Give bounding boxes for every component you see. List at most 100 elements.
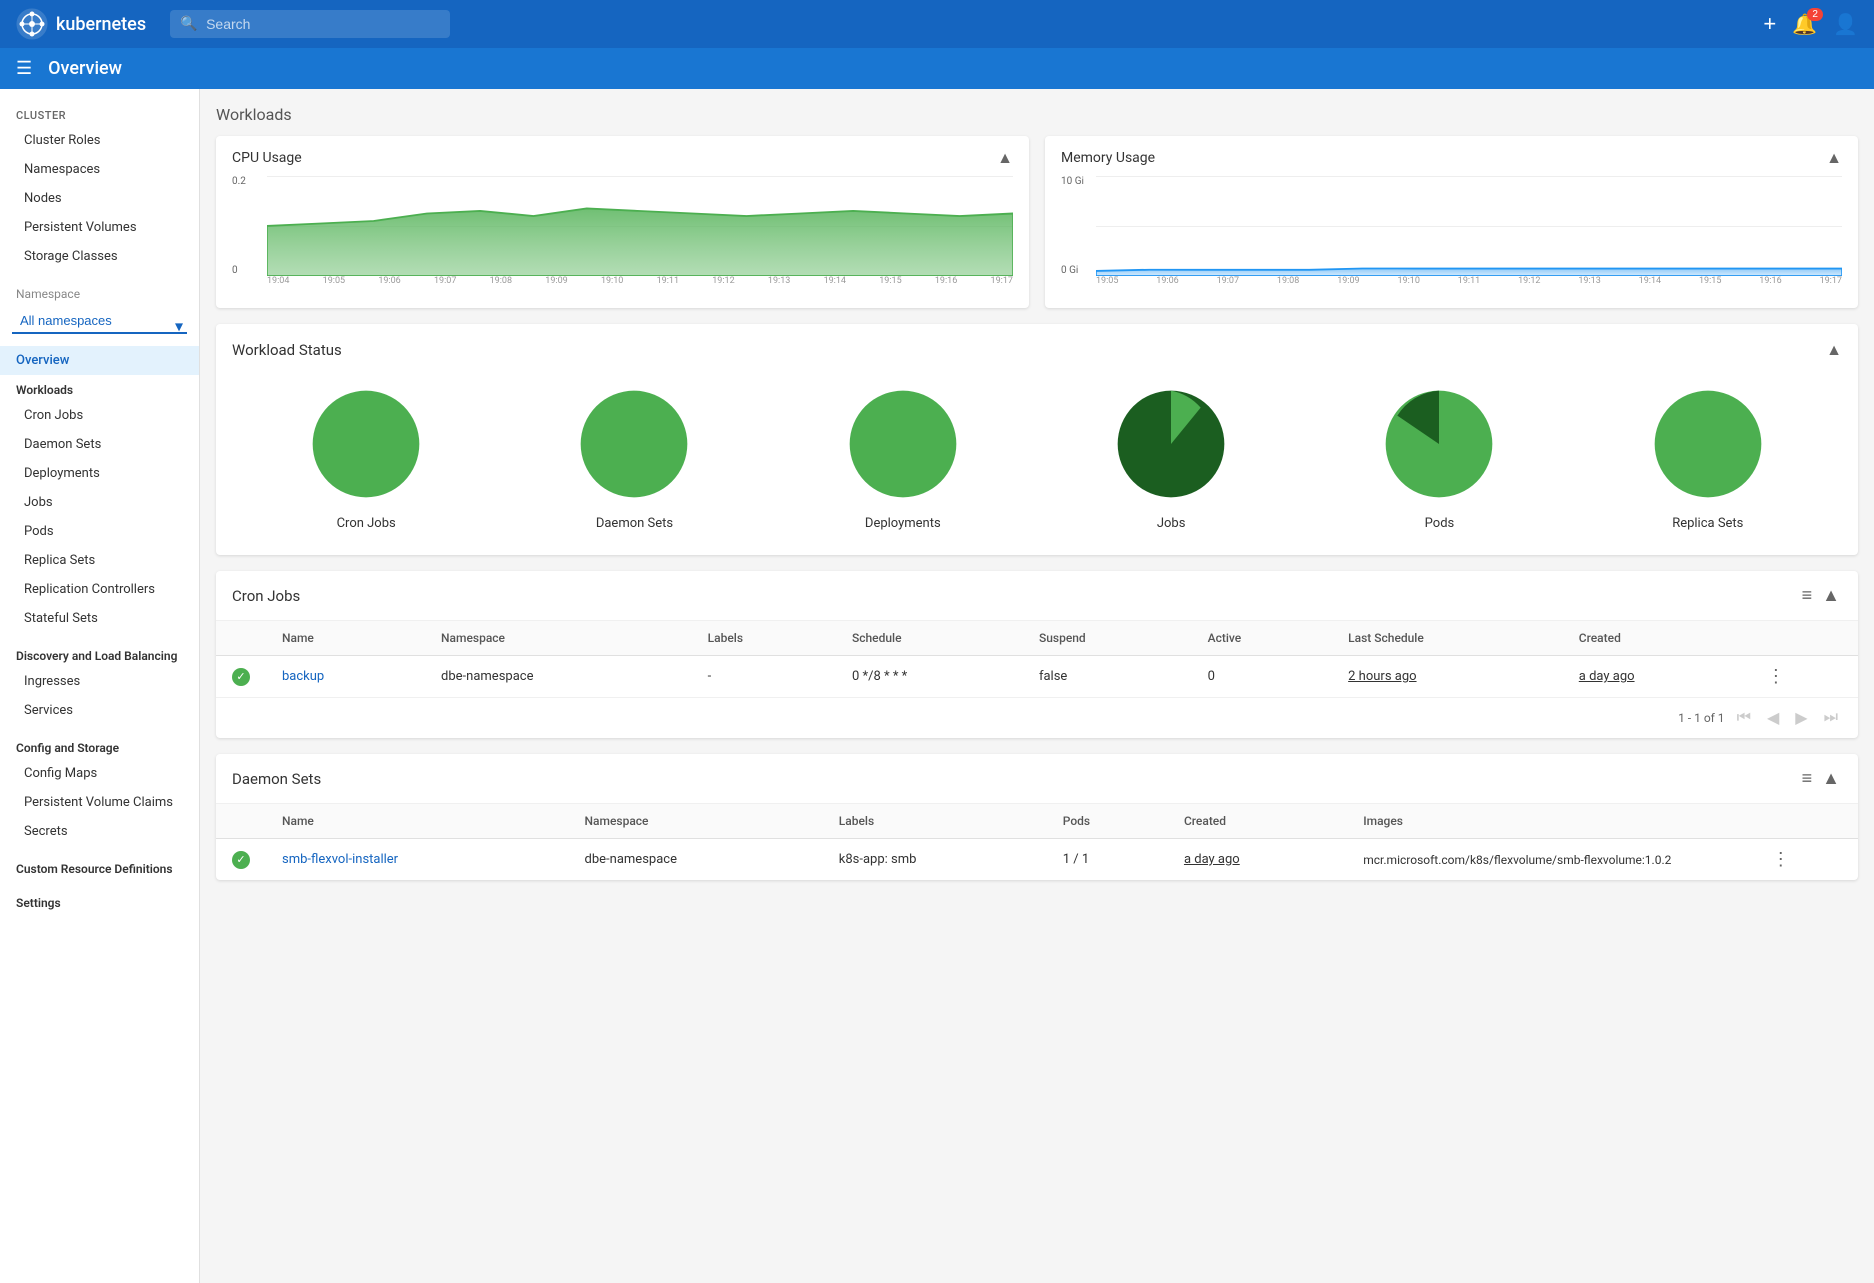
daemon-sets-label: Daemon Sets	[596, 516, 673, 531]
smb-flexvol-link[interactable]: smb-flexvol-installer	[282, 852, 398, 867]
search-input[interactable]	[170, 10, 450, 38]
cpu-y-top: 0.2	[232, 176, 262, 187]
col-last-schedule: Last Schedule	[1332, 621, 1563, 656]
sidebar-item-replica-sets[interactable]: Replica Sets	[0, 546, 199, 575]
memory-y-axis: 10 Gi 0 Gi	[1061, 176, 1091, 276]
status-deployments: Deployments	[843, 384, 963, 531]
ds-created-link[interactable]: a day ago	[1184, 852, 1240, 867]
ds-row-name: smb-flexvol-installer	[266, 839, 569, 881]
sidebar-item-nodes[interactable]: Nodes	[0, 184, 199, 213]
sidebar-item-storage-classes[interactable]: Storage Classes	[0, 242, 199, 271]
ds-row-pods: 1 / 1	[1047, 839, 1168, 881]
table-row: ✓ backup dbe-namespace - 0 */8 * * * fal…	[216, 656, 1858, 698]
row-created: a day ago	[1563, 656, 1751, 698]
col-name	[216, 621, 266, 656]
sidebar-item-cluster-roles[interactable]: Cluster Roles	[0, 126, 199, 155]
hamburger-icon[interactable]: ☰	[16, 58, 32, 79]
col-actions	[1751, 621, 1858, 656]
ds-row-menu-button[interactable]: ⋮	[1772, 849, 1790, 870]
cpu-chart-collapse-button[interactable]: ▲	[997, 148, 1013, 168]
sidebar-item-services[interactable]: Services	[0, 696, 199, 725]
ds-col-pods: Pods	[1047, 804, 1168, 839]
sidebar-item-replication-controllers[interactable]: Replication Controllers	[0, 575, 199, 604]
memory-chart-collapse-button[interactable]: ▲	[1826, 148, 1842, 168]
sidebar-item-persistent-volumes[interactable]: Persistent Volumes	[0, 213, 199, 242]
app-name: kubernetes	[56, 14, 146, 35]
ds-col-actions	[1756, 804, 1858, 839]
cron-jobs-label: Cron Jobs	[337, 516, 396, 531]
col-schedule: Schedule	[836, 621, 1023, 656]
workload-status-collapse-button[interactable]: ▲	[1826, 340, 1842, 360]
sidebar-item-stateful-sets[interactable]: Stateful Sets	[0, 604, 199, 633]
overview-title: Overview	[48, 58, 122, 79]
sidebar-item-namespaces[interactable]: Namespaces	[0, 155, 199, 184]
col-active: Active	[1192, 621, 1333, 656]
prev-page-button[interactable]: ◀	[1763, 706, 1783, 730]
memory-y-bottom: 0 Gi	[1061, 265, 1091, 276]
sidebar-item-cron-jobs[interactable]: Cron Jobs	[0, 401, 199, 430]
row-active: 0	[1192, 656, 1333, 698]
namespace-selector-wrapper: All namespaces default dbe-namespace kub…	[0, 305, 199, 346]
cpu-chart-title: CPU Usage	[232, 150, 302, 166]
pods-pie	[1379, 384, 1499, 504]
sidebar-item-jobs[interactable]: Jobs	[0, 488, 199, 517]
ds-col-labels: Labels	[823, 804, 1047, 839]
overview-header: ☰ Overview	[0, 48, 1874, 89]
row-labels: -	[692, 656, 836, 698]
first-page-button[interactable]: ⏮	[1733, 707, 1755, 729]
deployments-label: Deployments	[865, 516, 941, 531]
ds-col-images: Images	[1347, 804, 1756, 839]
jobs-label: Jobs	[1157, 516, 1186, 531]
created-link[interactable]: a day ago	[1579, 669, 1635, 684]
ds-row-labels: k8s-app: smb	[823, 839, 1047, 881]
backup-link[interactable]: backup	[282, 669, 324, 684]
settings-label: Settings	[0, 888, 199, 914]
cron-jobs-collapse-button[interactable]: ▲	[1820, 583, 1842, 608]
sidebar-item-secrets[interactable]: Secrets	[0, 817, 199, 846]
row-status-icon: ✓	[216, 656, 266, 698]
memory-chart-area: 10 Gi 0 Gi	[1061, 176, 1842, 296]
cpu-y-axis: 0.2 CPU (cores) 0	[232, 176, 262, 276]
workloads-section-title: Workloads	[216, 105, 1858, 124]
row-namespace: dbe-namespace	[425, 656, 692, 698]
memory-chart-card: Memory Usage ▲ 10 Gi 0 Gi	[1045, 136, 1858, 308]
sidebar-item-config-maps[interactable]: Config Maps	[0, 759, 199, 788]
col-labels: Labels	[692, 621, 836, 656]
cron-jobs-table: Name Namespace Labels Schedule Suspend A…	[216, 621, 1858, 697]
next-page-button[interactable]: ▶	[1791, 706, 1811, 730]
last-page-button[interactable]: ⏭	[1820, 707, 1842, 729]
pods-label: Pods	[1425, 516, 1455, 531]
ds-row-namespace: dbe-namespace	[569, 839, 823, 881]
config-storage-section-label: Config and Storage	[0, 733, 199, 759]
ds-col-namespace: Namespace	[569, 804, 823, 839]
main-content: Workloads CPU Usage ▲ 0.2 CPU (cores) 0	[200, 89, 1874, 1283]
sidebar-item-ingresses[interactable]: Ingresses	[0, 667, 199, 696]
ds-row-images: mcr.microsoft.com/k8s/flexvolume/smb-fle…	[1347, 839, 1756, 881]
status-cron-jobs: Cron Jobs	[306, 384, 426, 531]
sidebar: Cluster Cluster Roles Namespaces Nodes P…	[0, 89, 200, 1283]
row-menu-button[interactable]: ⋮	[1767, 666, 1785, 687]
logo-area: kubernetes	[16, 8, 146, 40]
add-button[interactable]: +	[1763, 11, 1776, 37]
cron-jobs-table-header: Cron Jobs ≡ ▲	[216, 571, 1858, 621]
sidebar-item-pods[interactable]: Pods	[0, 517, 199, 546]
cpu-chart-content: 19:04 19:05 19:06 19:07 19:08 19:09 19:1…	[267, 176, 1013, 296]
daemon-sets-collapse-button[interactable]: ▲	[1820, 766, 1842, 791]
cpu-chart-svg	[267, 176, 1013, 276]
namespace-select[interactable]: All namespaces default dbe-namespace kub…	[12, 309, 187, 334]
sidebar-item-overview[interactable]: Overview	[0, 346, 199, 375]
ds-row-menu: ⋮	[1756, 839, 1858, 881]
cron-jobs-table-actions: ≡ ▲	[1802, 583, 1842, 608]
sidebar-item-deployments[interactable]: Deployments	[0, 459, 199, 488]
profile-button[interactable]: 👤	[1833, 12, 1858, 37]
last-schedule-link[interactable]: 2 hours ago	[1348, 669, 1416, 684]
status-daemon-sets: Daemon Sets	[574, 384, 694, 531]
memory-chart-header: Memory Usage ▲	[1061, 148, 1842, 168]
daemon-sets-header-row: Name Namespace Labels Pods Created Image…	[216, 804, 1858, 839]
sidebar-item-pvc[interactable]: Persistent Volume Claims	[0, 788, 199, 817]
cluster-section-label: Cluster	[0, 97, 199, 126]
notification-button[interactable]: 🔔 2	[1792, 12, 1817, 37]
notification-badge-count: 2	[1807, 8, 1823, 21]
sidebar-item-daemon-sets[interactable]: Daemon Sets	[0, 430, 199, 459]
status-jobs: Jobs	[1111, 384, 1231, 531]
